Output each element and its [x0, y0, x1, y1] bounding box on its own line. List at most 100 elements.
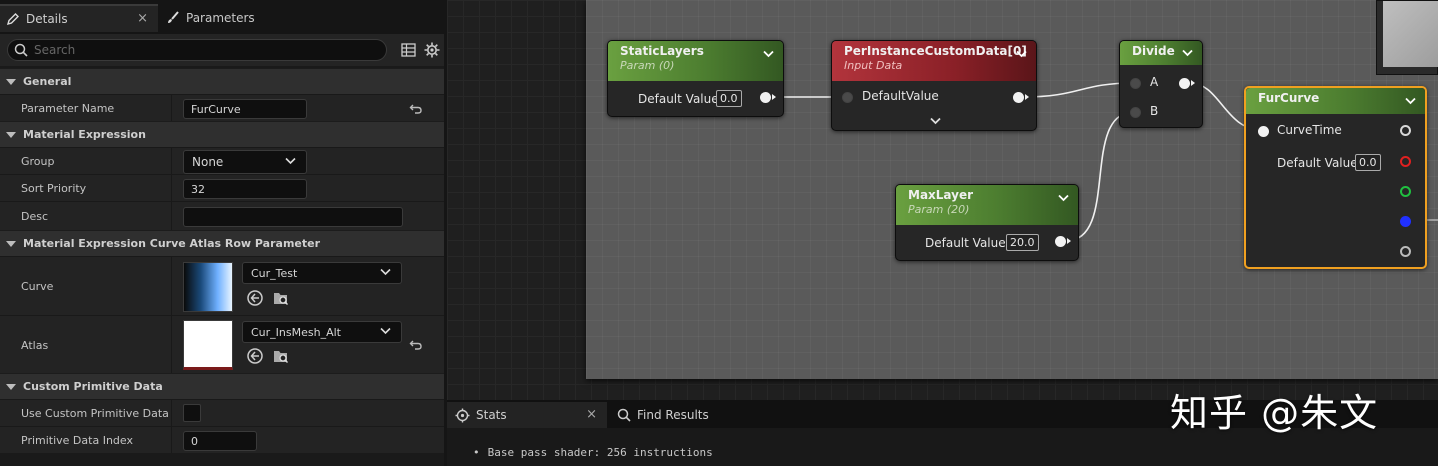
desc-field[interactable]: [183, 207, 403, 227]
node-max-layer-title: MaxLayer: [908, 188, 974, 202]
node-per-instance-custom-data[interactable]: PerInstanceCustomData[0] Input Data Defa…: [831, 40, 1037, 131]
curve-asset-dropdown[interactable]: Cur_Test: [242, 262, 402, 284]
fur-curve-output-blue-pin[interactable]: [1400, 216, 1411, 227]
table-icon[interactable]: [399, 41, 417, 59]
desc-label: Desc: [21, 210, 49, 223]
curve-label: Curve: [21, 280, 54, 293]
column-divider: [171, 257, 172, 315]
details-panel: Details × Parameters General Parameter N…: [0, 0, 444, 466]
tab-stats-label: Stats: [476, 408, 507, 422]
category-custom-primitive-data[interactable]: Custom Primitive Data: [0, 373, 444, 399]
row-primitive-data-index: Primitive Data Index 0: [0, 426, 444, 453]
search-box[interactable]: [7, 39, 387, 61]
per-instance-input-pin[interactable]: [842, 92, 853, 103]
fur-curve-output-green-pin[interactable]: [1400, 186, 1411, 197]
divide-pin-a-label: A: [1150, 75, 1159, 89]
gear-icon[interactable]: [423, 41, 441, 59]
category-material-expression[interactable]: Material Expression: [0, 121, 444, 147]
atlas-asset-dropdown[interactable]: Cur_InsMesh_Alt: [242, 321, 402, 343]
static-layers-output-pin[interactable]: [760, 92, 776, 103]
column-divider: [171, 316, 172, 373]
column-divider: [171, 400, 172, 426]
fur-curve-time-label: CurveTime: [1277, 123, 1342, 137]
tab-details-label: Details: [26, 12, 68, 26]
collapse-arrow-icon: [6, 131, 16, 138]
close-icon[interactable]: ×: [137, 11, 148, 26]
atlas-thumbnail[interactable]: [183, 320, 233, 370]
fur-curve-default-value[interactable]: 0.0: [1355, 154, 1381, 171]
divide-input-a-pin[interactable]: [1130, 78, 1141, 89]
row-desc: Desc: [0, 201, 444, 230]
sort-priority-field[interactable]: 32: [183, 179, 307, 199]
category-general[interactable]: General: [0, 68, 444, 94]
node-divide-header: Divide: [1120, 41, 1202, 65]
primitive-data-index-label: Primitive Data Index: [21, 434, 133, 447]
node-max-layer-subtitle: Param (20): [908, 203, 970, 216]
pencil-icon: [6, 13, 19, 26]
node-static-layers-subtitle: Param (0): [620, 59, 675, 72]
static-layers-default-value[interactable]: 0.0: [716, 90, 742, 107]
expand-chevron-icon[interactable]: [930, 117, 941, 125]
divide-input-b-pin[interactable]: [1130, 107, 1141, 118]
group-dropdown[interactable]: None: [183, 150, 307, 174]
fur-curve-output-alpha-pin[interactable]: [1400, 246, 1411, 257]
max-layer-default-label: Default Value: [925, 236, 1006, 250]
node-divide[interactable]: Divide A B: [1119, 40, 1203, 128]
row-sort-priority: Sort Priority 32: [0, 174, 444, 201]
stats-line: Base pass shader: 256 instructions: [487, 446, 713, 459]
tab-stats[interactable]: Stats ×: [447, 402, 607, 428]
node-per-instance-subtitle: Input Data: [844, 59, 903, 72]
node-static-layers[interactable]: StaticLayers Param (0) Default Value 0.0: [607, 40, 784, 117]
reset-arrow-icon[interactable]: [409, 338, 423, 352]
chevron-down-icon[interactable]: [1405, 97, 1416, 105]
reset-arrow-icon[interactable]: [409, 102, 423, 116]
search-input[interactable]: [34, 43, 364, 57]
collapse-arrow-icon: [6, 240, 16, 247]
preview-node[interactable]: [1376, 0, 1438, 75]
divide-pin-b-label: B: [1150, 104, 1159, 118]
collapse-arrow-icon: [6, 383, 16, 390]
chevron-down-icon[interactable]: [1058, 194, 1069, 202]
max-layer-output-pin[interactable]: [1055, 236, 1071, 247]
column-divider: [171, 95, 172, 121]
category-material-expression-label: Material Expression: [23, 128, 146, 141]
max-layer-default-value[interactable]: 20.0: [1006, 234, 1039, 251]
browse-back-icon[interactable]: [246, 289, 264, 307]
use-custom-primitive-label: Use Custom Primitive Data: [21, 407, 169, 420]
use-custom-primitive-checkbox[interactable]: [183, 404, 201, 422]
chevron-down-icon[interactable]: [1016, 50, 1027, 58]
node-max-layer[interactable]: MaxLayer Param (20) Default Value 20.0: [895, 184, 1079, 261]
per-instance-output-pin[interactable]: [1013, 92, 1029, 103]
tab-parameters[interactable]: Parameters: [160, 4, 310, 32]
chevron-down-icon: [380, 268, 391, 276]
parameter-name-field[interactable]: FurCurve: [183, 99, 307, 119]
folder-search-icon[interactable]: [272, 347, 290, 365]
bullet: •: [473, 446, 480, 459]
curve-thumbnail[interactable]: [183, 262, 233, 312]
curve-value: Cur_Test: [251, 266, 298, 280]
tab-find-results[interactable]: Find Results: [613, 402, 753, 428]
search-icon: [14, 43, 28, 57]
row-parameter-name: Parameter Name FurCurve: [0, 94, 444, 121]
category-curve-atlas[interactable]: Material Expression Curve Atlas Row Para…: [0, 230, 444, 256]
close-icon[interactable]: ×: [586, 407, 597, 422]
divide-output-pin[interactable]: [1179, 78, 1195, 89]
row-atlas: Atlas Cur_InsMesh_Alt: [0, 315, 444, 373]
chevron-down-icon[interactable]: [1182, 49, 1193, 57]
chevron-down-icon[interactable]: [763, 50, 774, 58]
fur-curve-output-white-pin[interactable]: [1400, 125, 1411, 136]
tab-find-results-label: Find Results: [637, 408, 709, 422]
row-curve: Curve Cur_Test: [0, 256, 444, 315]
fur-curve-output-red-pin[interactable]: [1400, 156, 1411, 167]
column-divider: [171, 175, 172, 201]
watermark: 知乎 @朱文: [1170, 391, 1379, 435]
node-max-layer-header: MaxLayer Param (20): [896, 185, 1078, 225]
node-per-instance-header: PerInstanceCustomData[0] Input Data: [832, 41, 1036, 81]
browse-back-icon[interactable]: [246, 347, 264, 365]
tab-details[interactable]: Details ×: [0, 4, 158, 32]
brush-icon: [168, 11, 179, 23]
node-fur-curve[interactable]: FurCurve CurveTime Default Value 0.0: [1244, 86, 1427, 269]
folder-search-icon[interactable]: [272, 289, 290, 307]
fur-curve-time-input-pin[interactable]: [1258, 126, 1269, 137]
primitive-data-index-field[interactable]: 0: [183, 431, 257, 451]
